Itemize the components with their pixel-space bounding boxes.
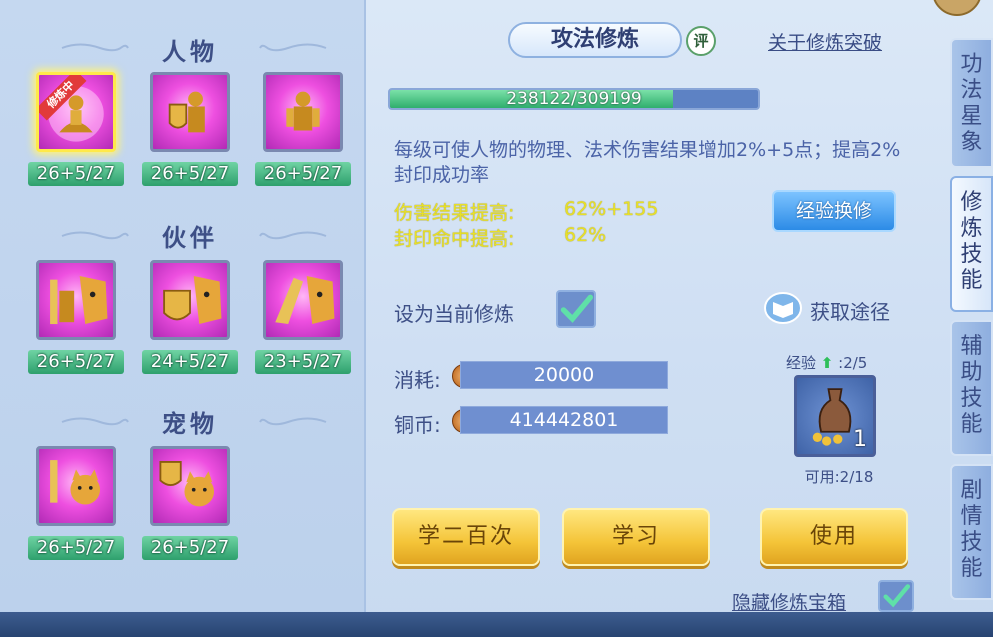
skill-card-tiger-sword[interactable] [36,260,116,340]
copper-label: 铜币: [394,413,441,437]
available-count: 可用:2/18 [804,468,874,486]
tiger-shield-icon [163,275,222,325]
swirl-ornament-icon [258,228,328,242]
section-title-partner: 伙伴 [162,224,218,252]
shield-warrior-icon [168,91,205,133]
skill-level: 23+5/27 [255,350,351,374]
cat-shield-icon [159,461,215,507]
rating-icon[interactable]: 评 [686,26,716,56]
cost-label: 消耗: [394,368,441,392]
skill-card-cat-sword[interactable] [36,446,116,526]
stat-value: 62%+155 [564,198,659,220]
progress-text: 238122/309199 [506,89,642,109]
skill-card-tiger-shield[interactable] [150,260,230,340]
skill-level: 26+5/27 [28,350,124,374]
tiger-sword-icon [50,275,108,325]
skill-card-meditate[interactable]: 修炼中 [36,72,116,152]
skill-level: 26+5/27 [142,162,238,186]
skill-title: 攻法修炼 [508,22,682,58]
skill-card-shield-warrior[interactable] [150,72,230,152]
skill-level: 26+5/27 [28,162,124,186]
exp-count: :2/5 [838,354,868,372]
copper-value: 414442801 [460,406,668,434]
exp-label: 经验 [786,354,817,372]
stat-label: 伤害结果提高: [394,202,515,224]
tab-story[interactable]: 剧 情 技 能 [950,464,993,600]
skill-level: 26+5/27 [28,536,124,560]
tab-cultivation[interactable]: 修 炼 技 能 [950,176,993,312]
exp-convert-button[interactable]: 经验换修 [772,190,896,232]
stat-value: 62% [564,224,607,246]
use-button[interactable]: 使用 [760,508,908,566]
learn-button[interactable]: 学习 [562,508,710,566]
tab-star-chart[interactable]: 功 法 星 象 [950,38,993,168]
swirl-ornament-icon [258,414,328,428]
bottom-strip [0,612,993,637]
treasure-item-slot[interactable]: 1 [794,375,876,457]
tab-auxiliary[interactable]: 辅 助 技 能 [950,320,993,456]
skill-card-armored-warrior[interactable] [263,72,343,152]
skill-card-tiger-fist[interactable] [263,260,343,340]
hide-chest-checkbox[interactable] [878,580,914,612]
stat-damage: 伤害结果提高: 62%+155 [394,198,658,225]
stat-seal: 封印命中提高: 62% [394,224,606,251]
book-icon[interactable] [764,292,802,324]
set-current-checkbox[interactable] [556,290,596,328]
up-arrow-icon: ⬆ [820,354,834,372]
about-breakthrough-link[interactable]: 关于修炼突破 [768,28,882,55]
learn-200-button[interactable]: 学二百次 [392,508,540,566]
side-tabs: 功 法 星 象 修 炼 技 能 辅 助 技 能 剧 情 技 能 [950,28,993,612]
skill-level: 24+5/27 [142,350,238,374]
hide-chest-label[interactable]: 隐藏修炼宝箱 [732,588,846,615]
acquire-route-link[interactable]: 获取途径 [810,296,890,325]
section-title-pet: 宠物 [162,410,218,438]
swirl-ornament-icon [258,40,328,54]
detail-panel: 攻法修炼 评 关于修炼突破 238122/309199 每级可使人物的物理、法术… [368,0,948,615]
exp-progress-bar: 238122/309199 [388,88,760,110]
section-title-character: 人物 [162,38,218,66]
set-current-label: 设为当前修炼 [394,302,514,326]
category-panel: 人物 修炼中 26+5/27 26+5/27 26+5/27 伙伴 26+5/2… [0,0,366,612]
cost-value: 20000 [460,361,668,389]
item-count: 1 [853,427,867,452]
checkmark-icon [560,294,593,323]
exp-counter: 经验 ⬆ :2/5 [786,352,867,373]
skill-description: 每级可使人物的物理、法术伤害结果增加2%+5点；提高2%封印成功率 [394,139,901,186]
tiger-fist-icon [275,275,335,325]
checkmark-icon [883,584,910,608]
armored-warrior-icon [286,91,320,131]
skill-level: 26+5/27 [255,162,351,186]
skill-card-cat-shield[interactable] [150,446,230,526]
cat-sword-icon [50,460,101,505]
skill-level: 26+5/27 [142,536,238,560]
stat-label: 封印命中提高: [394,228,515,250]
